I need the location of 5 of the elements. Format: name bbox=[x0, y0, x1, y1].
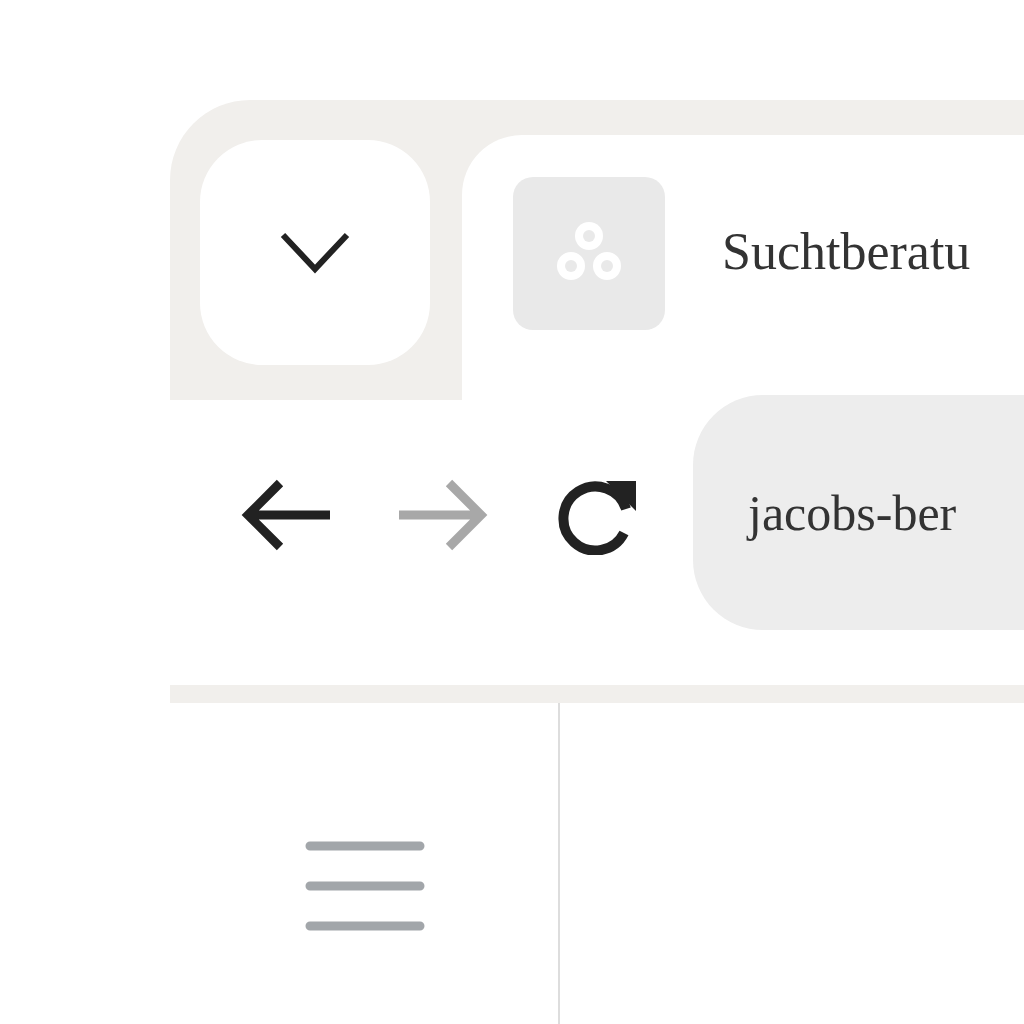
address-bar[interactable]: jacobs-ber bbox=[693, 395, 1024, 630]
menu-icon[interactable] bbox=[305, 841, 425, 931]
browser-tab[interactable]: Suchtberatu bbox=[462, 135, 1024, 400]
tab-title: Suchtberatu bbox=[722, 222, 971, 281]
chevron-down-icon bbox=[279, 230, 351, 275]
